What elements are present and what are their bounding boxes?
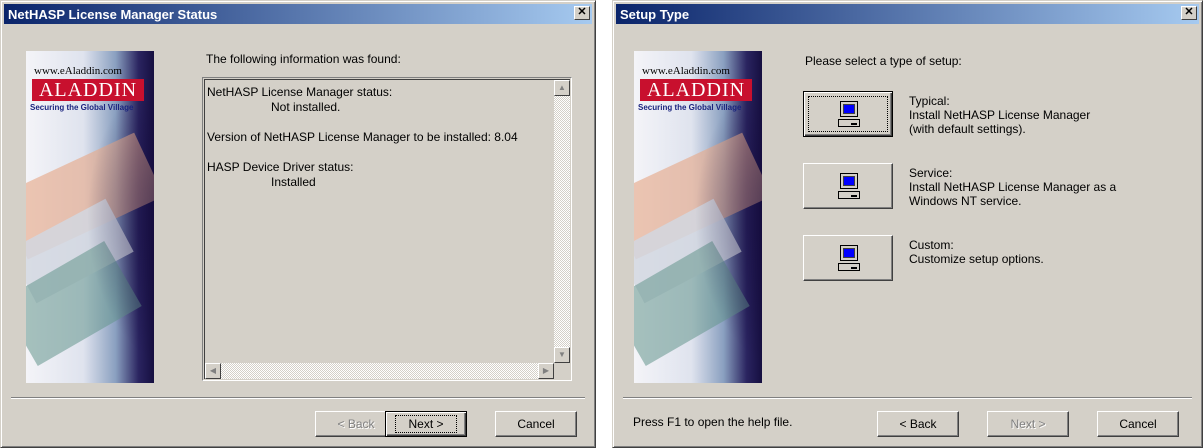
custom-setup-button[interactable] <box>803 235 893 281</box>
scroll-up-button[interactable]: ▲ <box>554 80 570 96</box>
close-button[interactable]: ✕ <box>574 6 590 20</box>
aladdin-banner: www.eAladdin.com ALADDIN Securing the Gl… <box>26 51 154 383</box>
scroll-down-button[interactable]: ▼ <box>554 347 570 363</box>
arrow-up-icon: ▲ <box>558 83 566 92</box>
driver-status-label: HASP Device Driver status: <box>207 160 354 174</box>
computer-icon <box>838 173 860 201</box>
cancel-button[interactable]: Cancel <box>1097 411 1179 437</box>
banner-slogan: Securing the Global Village <box>30 103 134 112</box>
typical-setup-button[interactable] <box>803 91 893 137</box>
next-button-label: Next > <box>395 415 457 433</box>
option-line: Windows NT service. <box>909 194 1022 208</box>
version-line: Version of NetHASP License Manager to be… <box>207 130 518 144</box>
aladdin-logo: ALADDIN <box>640 79 752 101</box>
license-manager-status-value: Not installed. <box>271 100 341 114</box>
close-icon: ✕ <box>577 6 587 18</box>
arrow-left-icon: ◀ <box>209 366 217 375</box>
close-button[interactable]: ✕ <box>1181 6 1197 20</box>
vertical-scrollbar[interactable]: ▲ ▼ <box>554 80 570 363</box>
arrow-right-icon: ▶ <box>542 366 550 375</box>
option-name: Custom: <box>909 238 954 252</box>
option-line: Customize setup options. <box>909 252 1044 266</box>
help-hint: Press F1 to open the help file. <box>633 415 793 429</box>
arrow-down-icon: ▼ <box>558 350 566 359</box>
banner-url: www.eAladdin.com <box>642 65 730 77</box>
scroll-left-button[interactable]: ◀ <box>205 363 221 379</box>
close-icon: ✕ <box>1184 6 1194 18</box>
info-content: NetHASP License Manager status: Not inst… <box>207 85 550 190</box>
footer-divider <box>623 397 1192 399</box>
option-line: Install NetHASP License Manager as a <box>909 180 1117 194</box>
option-name: Service: <box>909 166 953 180</box>
scroll-right-button[interactable]: ▶ <box>538 363 554 379</box>
info-listbox[interactable]: NetHASP License Manager status: Not inst… <box>202 77 572 381</box>
custom-description: Custom: Customize setup options. <box>909 238 1044 266</box>
service-setup-button[interactable] <box>803 163 893 209</box>
footer-divider <box>11 397 585 399</box>
aladdin-logo: ALADDIN <box>32 79 144 101</box>
cancel-button[interactable]: Cancel <box>495 411 577 437</box>
window-title: Setup Type <box>620 6 690 22</box>
driver-status-value: Installed <box>271 175 316 189</box>
info-heading: The following information was found: <box>206 52 401 66</box>
next-button[interactable]: Next > <box>385 411 467 437</box>
service-description: Service: Install NetHASP License Manager… <box>909 166 1116 208</box>
option-line: (with default settings). <box>909 122 1026 136</box>
horizontal-scrollbar[interactable]: ◀ ▶ <box>205 363 554 379</box>
setup-heading: Please select a type of setup: <box>805 54 962 68</box>
next-button[interactable]: Next > <box>987 411 1069 437</box>
option-line: Install NetHASP License Manager <box>909 108 1091 122</box>
back-button[interactable]: < Back <box>877 411 959 437</box>
computer-icon <box>838 101 860 129</box>
title-bar[interactable]: Setup Type ✕ <box>616 4 1199 24</box>
banner-url: www.eAladdin.com <box>34 65 122 77</box>
scroll-corner <box>554 363 570 379</box>
title-bar[interactable]: NetHASP License Manager Status ✕ <box>4 4 592 24</box>
aladdin-banner: www.eAladdin.com ALADDIN Securing the Gl… <box>634 51 762 383</box>
setup-type-dialog: Setup Type ✕ www.eAladdin.com ALADDIN Se… <box>612 0 1203 448</box>
window-title: NetHASP License Manager Status <box>8 6 218 22</box>
license-status-dialog: NetHASP License Manager Status ✕ www.eAl… <box>0 0 596 448</box>
typical-description: Typical: Install NetHASP License Manager… <box>909 94 1090 136</box>
computer-icon <box>838 245 860 273</box>
option-name: Typical: <box>909 94 950 108</box>
banner-slogan: Securing the Global Village <box>638 103 742 112</box>
license-manager-status-label: NetHASP License Manager status: <box>207 85 393 99</box>
